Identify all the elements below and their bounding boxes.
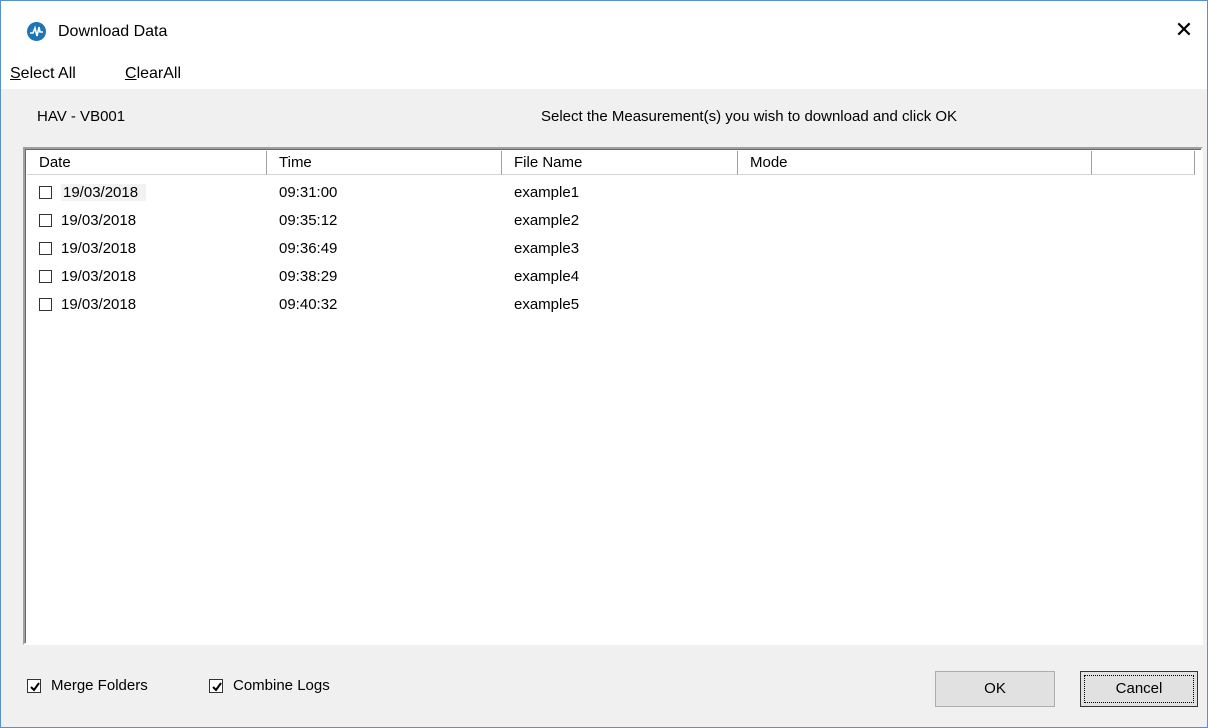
menu-select-all[interactable]: Select All (10, 63, 76, 85)
list-header: Date Time File Name Mode (27, 151, 1195, 177)
row-date: 19/03/2018 (61, 179, 147, 207)
window-title: Download Data (58, 23, 168, 40)
select-all-label: elect All (20, 65, 76, 82)
row-date-text: 19/03/2018 (61, 184, 147, 201)
row-time: 09:36:49 (279, 240, 338, 257)
checkmark-icon (30, 682, 40, 692)
checkmark-icon (212, 682, 222, 692)
clear-all-accelerator: C (125, 65, 137, 82)
app-logo-icon (27, 22, 46, 41)
merge-folders-box (27, 679, 41, 693)
column-header-mode[interactable]: Mode (738, 151, 1092, 175)
row-date: 19/03/2018 (61, 240, 137, 257)
column-header-time[interactable]: Time (267, 151, 502, 175)
column-header-date[interactable]: Date (27, 151, 267, 175)
table-row[interactable]: 19/03/2018 09:36:49 example3 (27, 235, 1195, 263)
row-file-name: example2 (514, 212, 580, 229)
row-file-name: example1 (514, 184, 580, 201)
cancel-button[interactable]: Cancel (1080, 671, 1198, 707)
row-time: 09:40:32 (279, 296, 338, 313)
table-row[interactable]: 19/03/2018 09:35:12 example2 (27, 207, 1195, 235)
column-header-file-name[interactable]: File Name (502, 151, 738, 175)
row-checkbox[interactable] (39, 214, 52, 227)
row-date: 19/03/2018 (61, 296, 137, 313)
ok-button-label: OK (984, 680, 1006, 697)
row-checkbox[interactable] (39, 242, 52, 255)
title-bar: Download Data ✕ (1, 1, 1207, 63)
instruction-text: Select the Measurement(s) you wish to do… (541, 108, 958, 125)
combine-logs-label: Combine Logs (233, 677, 330, 694)
download-data-dialog: Download Data ✕ Select All ClearAll HAV … (0, 0, 1208, 728)
menu-clear-all[interactable]: ClearAll (125, 63, 181, 85)
row-date: 19/03/2018 (61, 212, 137, 229)
row-file-name: example4 (514, 268, 580, 285)
close-button[interactable]: ✕ (1161, 13, 1207, 47)
clear-all-label: learAll (136, 65, 182, 82)
row-time: 09:38:29 (279, 268, 338, 285)
table-row[interactable]: 19/03/2018 09:40:32 example5 (27, 291, 1195, 319)
row-checkbox[interactable] (39, 298, 52, 311)
menu-bar: Select All ClearAll (1, 63, 1207, 89)
close-icon: ✕ (1174, 17, 1194, 42)
device-label: HAV - VB001 (37, 108, 126, 125)
column-header-extra[interactable] (1092, 151, 1195, 175)
measurements-list[interactable]: Date Time File Name Mode 19/03/2018 09:3… (23, 147, 1203, 645)
row-checkbox[interactable] (39, 270, 52, 283)
merge-folders-label: Merge Folders (51, 677, 148, 694)
row-date: 19/03/2018 (61, 268, 137, 285)
table-row[interactable]: 19/03/2018 09:38:29 example4 (27, 263, 1195, 291)
row-file-name: example5 (514, 296, 580, 313)
combine-logs-box (209, 679, 223, 693)
cancel-button-label: Cancel (1115, 680, 1163, 697)
row-time: 09:31:00 (279, 184, 338, 201)
row-file-name: example3 (514, 240, 580, 257)
select-all-accelerator: S (10, 65, 21, 82)
row-time: 09:35:12 (279, 212, 338, 229)
table-row[interactable]: 19/03/2018 09:31:00 example1 (27, 179, 1195, 207)
row-checkbox[interactable] (39, 186, 52, 199)
ok-button[interactable]: OK (935, 671, 1055, 707)
